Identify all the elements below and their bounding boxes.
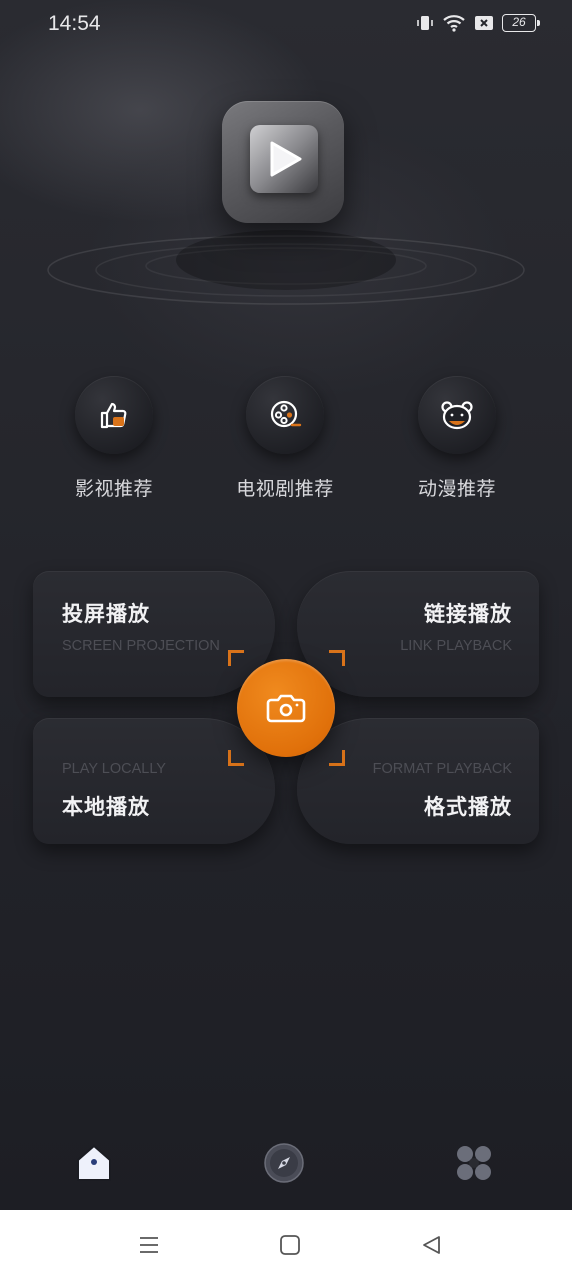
viewfinder-corner xyxy=(228,650,244,666)
card-subtitle: LINK PLAYBACK xyxy=(400,638,512,654)
viewfinder-corner xyxy=(228,750,244,766)
card-title: 链接播放 xyxy=(424,602,512,626)
category-anime[interactable]: 动漫推荐 xyxy=(387,376,527,501)
thumbs-up-icon[interactable] xyxy=(75,376,153,454)
format-playback-card[interactable]: FORMAT PLAYBACK 格式播放 xyxy=(297,718,539,844)
vibrate-icon xyxy=(416,14,434,32)
film-reel-icon[interactable] xyxy=(246,376,324,454)
status-icons: 26 xyxy=(416,14,540,32)
status-time: 14:54 xyxy=(48,12,101,35)
category-movies[interactable]: 影视推荐 xyxy=(44,376,184,501)
back-triangle-icon[interactable] xyxy=(418,1232,444,1258)
screen-projection-card[interactable]: 投屏播放 SCREEN PROJECTION xyxy=(33,571,275,697)
card-subtitle: PLAY LOCALLY xyxy=(62,761,166,777)
camera-icon xyxy=(266,694,306,723)
card-title: 格式播放 xyxy=(424,795,512,819)
menu-icon[interactable] xyxy=(136,1232,162,1258)
home-square-icon[interactable] xyxy=(277,1232,303,1258)
compass-icon xyxy=(264,1143,304,1183)
bear-icon[interactable] xyxy=(418,376,496,454)
status-bar: 14:54 26 xyxy=(0,0,572,52)
tab-home[interactable] xyxy=(71,1140,117,1186)
viewfinder-corner xyxy=(329,750,345,766)
tab-more[interactable] xyxy=(451,1140,497,1186)
camera-button[interactable] xyxy=(237,659,335,757)
category-label: 电视剧推荐 xyxy=(236,478,334,500)
category-tv-series[interactable]: 电视剧推荐 xyxy=(215,376,355,501)
apps-grid-icon xyxy=(457,1146,491,1180)
play-locally-card[interactable]: PLAY LOCALLY 本地播放 xyxy=(33,718,275,844)
sim-off-icon xyxy=(474,14,494,32)
card-subtitle: FORMAT PLAYBACK xyxy=(372,761,512,777)
card-subtitle: SCREEN PROJECTION xyxy=(62,638,220,654)
play-icon xyxy=(250,125,318,193)
battery-icon: 26 xyxy=(502,14,540,32)
system-nav-bar xyxy=(0,1210,572,1280)
card-title: 投屏播放 xyxy=(62,602,150,626)
wifi-icon xyxy=(442,14,466,32)
category-label: 影视推荐 xyxy=(74,478,153,500)
link-playback-card[interactable]: 链接播放 LINK PLAYBACK xyxy=(297,571,539,697)
viewfinder-corner xyxy=(329,650,345,666)
app-screen: 14:54 26 影视推荐 电视剧推荐 动漫推荐 投屏播放 SCREEN PRO… xyxy=(0,0,572,1210)
home-icon xyxy=(77,1144,111,1181)
category-label: 动漫推荐 xyxy=(417,478,496,500)
app-logo xyxy=(222,101,344,223)
card-title: 本地播放 xyxy=(62,795,150,819)
tab-discover[interactable] xyxy=(261,1140,307,1186)
